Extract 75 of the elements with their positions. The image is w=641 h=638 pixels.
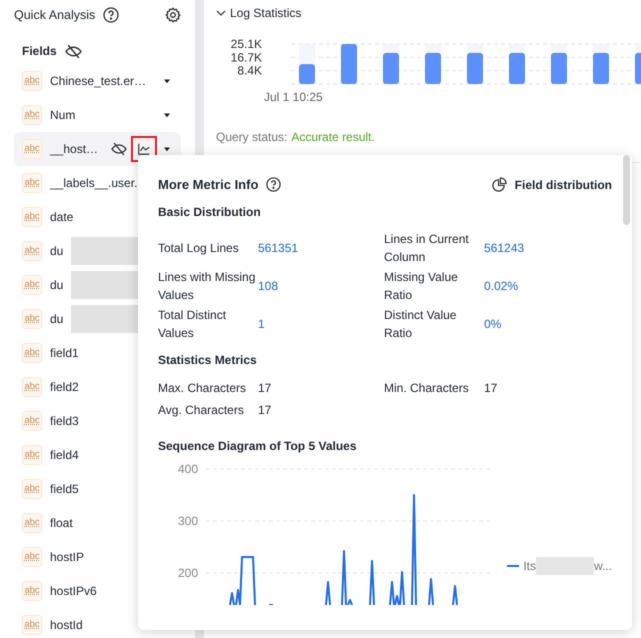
field-name: Num: [50, 107, 76, 124]
type-badge: abc: [22, 275, 42, 295]
field-item[interactable]: abc hostId: [14, 608, 181, 638]
field-name: float: [50, 515, 73, 532]
metric-value: 17: [258, 380, 272, 396]
type-badge: abc: [22, 377, 42, 397]
query-status-label: Query status:: [216, 129, 288, 146]
field-distribution-link[interactable]: Field distribution: [492, 176, 612, 194]
y-axis-label: 16.7K: [230, 50, 262, 64]
metric-label: Avg. Characters: [158, 402, 245, 418]
section-title: Basic Distribution: [158, 204, 262, 220]
type-badge: abc: [22, 615, 42, 635]
field-name: field5: [50, 481, 79, 498]
metric-label: Distinct Value Ratio: [384, 306, 458, 342]
fields-heading: Fields: [22, 43, 57, 60]
field-name: du: [50, 277, 64, 294]
metric-label: Lines in Current Column: [384, 230, 470, 266]
metric-link[interactable]: 0.02%: [484, 276, 518, 294]
field-name: Chinese_test.er…: [50, 73, 146, 90]
field-name: field3: [50, 413, 79, 430]
field-name: du: [50, 243, 64, 260]
legend-label[interactable]: w...: [594, 556, 612, 574]
field-name: date: [50, 209, 74, 226]
section-title: Statistics Metrics: [158, 352, 258, 368]
metric-link[interactable]: 0%: [484, 314, 502, 332]
type-badge: abc: [22, 411, 42, 431]
field-name: hostId: [50, 617, 83, 634]
legend-label[interactable]: Its: [523, 556, 536, 574]
type-badge: abc: [22, 581, 42, 601]
type-badge: abc: [22, 207, 42, 227]
field-item[interactable]: abc __host…: [14, 132, 181, 166]
y-axis-label: 300: [178, 514, 198, 528]
field-name: field4: [50, 447, 79, 464]
field-name: du: [50, 311, 64, 328]
y-axis-label: 8.4K: [237, 64, 262, 78]
type-badge: abc: [22, 139, 42, 159]
type-badge: abc: [22, 241, 42, 261]
time-axis-label: Jul 1 10:25: [264, 89, 324, 106]
type-badge: abc: [22, 513, 42, 533]
type-badge: abc: [22, 343, 42, 363]
field-name: hostIP: [50, 549, 84, 566]
section-title[interactable]: Log Statistics: [230, 4, 302, 22]
metric-value: 17: [258, 402, 272, 418]
metric-label: Missing Value Ratio: [384, 268, 459, 304]
field-name: hostIPv6: [50, 583, 97, 600]
popover-title: More Metric Info: [158, 176, 258, 194]
type-badge: abc: [22, 71, 42, 91]
field-item[interactable]: abc Num: [14, 98, 181, 132]
metric-label: Lines with Missing Values: [158, 268, 256, 304]
metric-link[interactable]: 108: [258, 276, 278, 294]
metric-label: Min. Characters: [384, 380, 470, 396]
metric-link[interactable]: 561351: [258, 238, 298, 256]
type-badge: abc: [22, 173, 42, 193]
metric-label: Total Distinct Values: [158, 306, 228, 342]
y-axis-label: 25.1K: [230, 37, 262, 51]
type-badge: abc: [22, 445, 42, 465]
field-name: field1: [50, 345, 79, 362]
type-badge: abc: [22, 105, 42, 125]
y-axis-label: 400: [178, 462, 198, 476]
type-badge: abc: [22, 547, 42, 567]
query-status-value: Accurate result.: [291, 129, 375, 146]
sidebar-title: Quick Analysis: [14, 6, 96, 24]
section-title: Sequence Diagram of Top 5 Values: [158, 438, 358, 454]
y-axis-label: 200: [178, 566, 198, 580]
field-name: __host…: [50, 141, 98, 158]
field-item[interactable]: abc Chinese_test.er…: [14, 64, 181, 98]
field-name: field2: [50, 379, 79, 396]
metric-label: Max. Characters: [158, 380, 248, 396]
metric-link[interactable]: 561243: [484, 238, 524, 256]
metric-link[interactable]: 1: [258, 314, 265, 332]
field-name: __labels__.user.: [50, 175, 138, 192]
type-badge: abc: [22, 309, 42, 329]
metric-label: Total Log Lines: [158, 240, 240, 256]
metric-value: 17: [484, 380, 498, 396]
type-badge: abc: [22, 479, 42, 499]
